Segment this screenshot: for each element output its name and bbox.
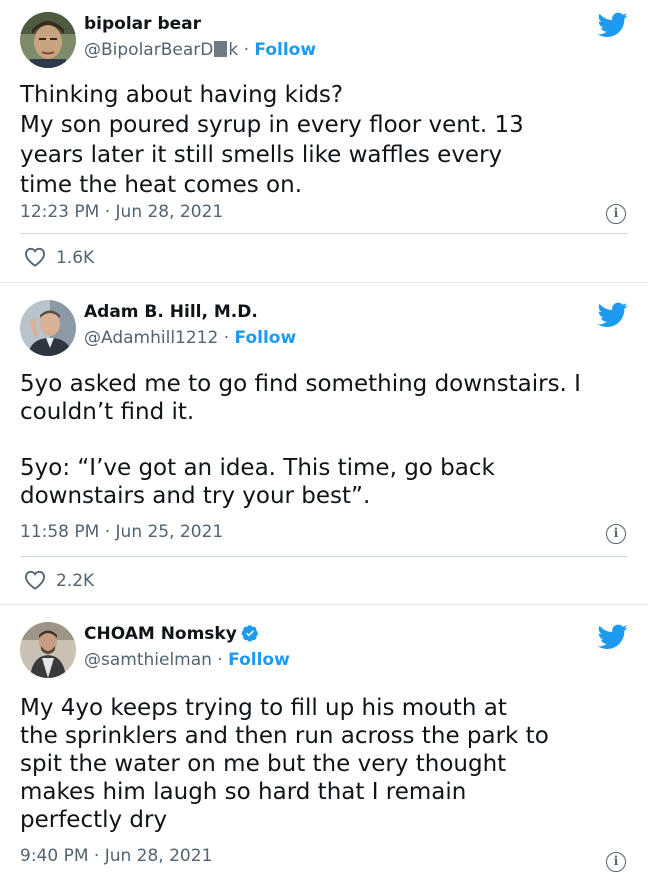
author-name[interactable]: Adam B. Hill, M.D. [84,302,258,322]
avatar[interactable] [20,12,76,68]
author-handle-line: @Adamhill1212 · Follow [84,328,296,348]
separator-dot: · [238,40,255,60]
separator-dot: · [218,328,235,348]
verified-badge-icon [241,625,258,642]
divider [20,233,628,234]
tweet-text: Thinking about having kids? My son poure… [20,82,524,198]
info-icon[interactable]: i [606,852,626,872]
twitter-bird-icon[interactable] [598,624,628,650]
twitter-bird-icon[interactable] [598,302,628,328]
author-name-text: CHOAM Nomsky [84,624,237,644]
author-name[interactable]: bipolar bear [84,14,201,34]
tweet-card: bipolar bear @BipolarBearD k · Follow Thi… [0,0,648,282]
author-name[interactable]: CHOAM Nomsky [84,624,259,644]
info-icon[interactable]: i [606,524,626,544]
timestamp[interactable]: 9:40 PM · Jun 28, 2021 [20,846,212,866]
author-handle-line: @BipolarBearD k · Follow [84,40,316,60]
tweet-text: 5yo asked me to go find something downst… [20,371,581,509]
avatar[interactable] [20,300,76,356]
avatar[interactable] [20,622,76,678]
separator-dot: · [211,650,229,670]
heart-icon [24,247,46,267]
author-handle[interactable]: @samthielman [84,650,212,670]
author-handle[interactable]: @Adamhill1212 [84,328,218,348]
timestamp[interactable]: 11:58 PM · Jun 25, 2021 [20,522,223,542]
twitter-bird-icon[interactable] [598,12,628,38]
timestamp[interactable]: 12:23 PM · Jun 28, 2021 [20,202,223,222]
follow-button[interactable]: Follow [254,40,316,60]
author-handle-suffix[interactable]: k [228,40,238,60]
tweet-card: CHOAM Nomsky @samthielman · Follow My 4y… [0,612,648,878]
like-count: 2.2K [56,571,95,591]
author-handle-line: @samthielman · Follow [84,650,290,670]
divider [20,556,628,557]
censor-block [214,41,228,57]
like-count: 1.6K [56,248,95,268]
tweet-card: Adam B. Hill, M.D. @Adamhill1212 · Follo… [0,290,648,602]
tweet-text: My 4yo keeps trying to fill up his mouth… [20,695,549,833]
info-icon[interactable]: i [606,204,626,224]
heart-icon [24,570,46,590]
author-handle[interactable]: @BipolarBearD [84,40,213,60]
follow-button[interactable]: Follow [235,328,297,348]
tweet-separator [0,604,648,605]
tweet-separator [0,282,648,283]
follow-button[interactable]: Follow [228,650,290,670]
